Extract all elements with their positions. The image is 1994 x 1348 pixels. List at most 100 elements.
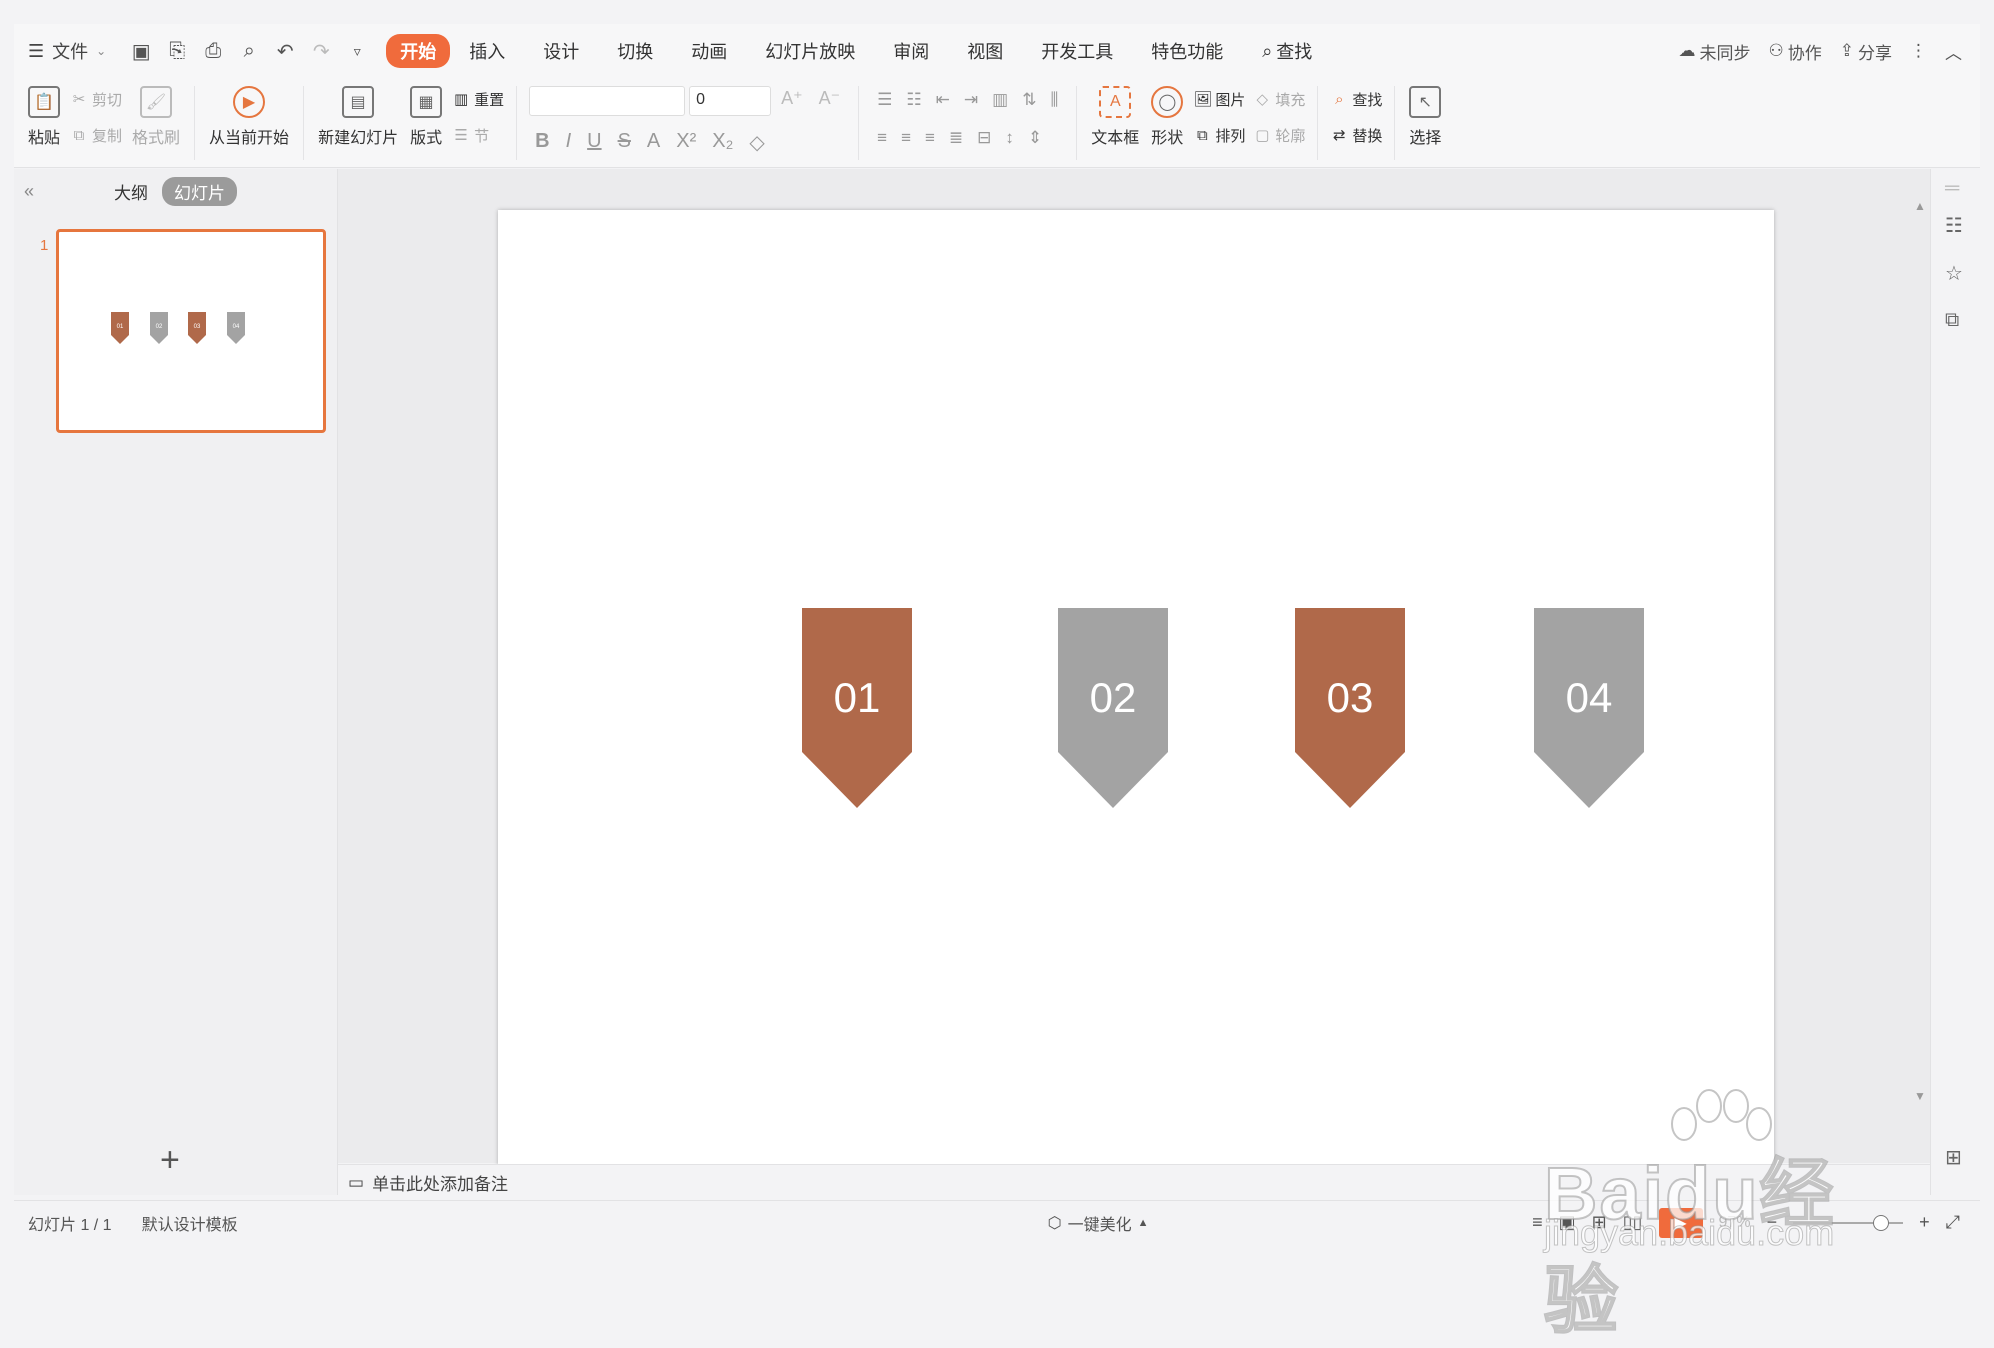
tab-transitions[interactable]: 切换 (598, 34, 672, 68)
decrease-indent-icon[interactable]: ⇤ (936, 90, 950, 110)
fill-button[interactable]: ◇ 填充 (1253, 86, 1306, 112)
copy-button[interactable]: ⧉ 复制 (70, 122, 122, 148)
file-menu[interactable]: ☰ 文件 ⌄ (14, 38, 120, 64)
more-options-icon[interactable]: ⋮ (1910, 41, 1927, 61)
tab-slides[interactable]: 幻灯片 (162, 177, 237, 206)
fit-window-icon[interactable]: ⤢ (1946, 1212, 1960, 1233)
collaborate-button[interactable]: ⚇ 协作 (1769, 39, 1822, 64)
cut-button[interactable]: ✂ 剪切 (70, 86, 122, 112)
superscript-icon[interactable]: X² (676, 130, 696, 155)
normal-view-icon[interactable]: ▣ (1559, 1212, 1576, 1233)
align-center-icon[interactable]: ≡ (901, 128, 911, 148)
redo-icon[interactable]: ↷ (310, 39, 332, 64)
line-spacing-icon[interactable]: ↕ (1005, 128, 1014, 148)
collapse-ribbon-icon[interactable]: ︿ (1945, 39, 1962, 64)
font-color-icon[interactable]: A (647, 130, 660, 155)
tab-view[interactable]: 视图 (948, 34, 1022, 68)
distribute-icon[interactable]: ⊟ (977, 128, 991, 148)
zoom-slider-knob[interactable] (1873, 1214, 1890, 1231)
tab-review[interactable]: 审阅 (874, 34, 948, 68)
paragraph-spacing-icon[interactable]: ⇕ (1028, 128, 1042, 148)
export-icon[interactable]: ⎘ (166, 40, 188, 63)
tab-animations[interactable]: 动画 (672, 34, 746, 68)
print-preview-icon[interactable]: ⌕ (238, 40, 260, 63)
align-left-icon[interactable]: ≡ (877, 128, 887, 148)
tab-slideshow[interactable]: 幻灯片放映 (746, 34, 874, 68)
undo-icon[interactable]: ↶ (274, 39, 296, 64)
play-from-current-button[interactable]: ▶ 从当前开始 (203, 86, 295, 148)
zoom-level[interactable]: 97% (1719, 1214, 1751, 1232)
outline-button[interactable]: ▢ 轮廓 (1253, 122, 1305, 148)
numbered-list-icon[interactable]: ☷ (906, 90, 921, 110)
tag-shape-04[interactable]: 04 (1534, 608, 1644, 808)
sync-status-button[interactable]: ☁ 未同步 (1679, 39, 1751, 64)
picture-button[interactable]: 🖼 图片 (1193, 86, 1245, 112)
new-slide-button[interactable]: ▤ 新建幻灯片 (312, 86, 404, 148)
text-direction-icon[interactable]: ⇅ (1022, 90, 1036, 110)
tab-insert[interactable]: 插入 (450, 34, 524, 68)
font-family-select[interactable] (529, 86, 686, 116)
italic-icon[interactable]: I (566, 130, 572, 155)
bold-icon[interactable]: B (535, 130, 549, 155)
columns-icon[interactable]: ▥ (992, 90, 1008, 110)
save-icon[interactable]: ▣ (130, 39, 152, 64)
select-button[interactable]: ↖ 选择 (1403, 86, 1447, 148)
paste-button[interactable]: 📋 粘贴 (22, 86, 66, 148)
tab-design[interactable]: 设计 (524, 34, 598, 68)
slide-canvas[interactable]: 01 02 03 04 (498, 210, 1774, 1166)
settings-sliders-icon[interactable]: ☷ (1945, 213, 1963, 238)
scroll-down-icon[interactable]: ▼ (1914, 1089, 1926, 1103)
scroll-up-icon[interactable]: ▲ (1914, 199, 1926, 213)
zoom-slider[interactable] (1793, 1214, 1904, 1231)
tag-shape-03[interactable]: 03 (1295, 608, 1405, 808)
collapse-panel-icon[interactable]: « (24, 181, 34, 202)
slideshow-play-button[interactable]: ▶ (1658, 1207, 1703, 1238)
decrease-font-icon[interactable]: A⁻ (813, 86, 847, 116)
search-command[interactable]: ⌕ 查找 (1262, 38, 1312, 64)
quick-access-toolbar: ▣ ⎘ ⎙ ⌕ ↶ ↷ ▿ (120, 39, 378, 64)
reset-button[interactable]: ▥ 重置 (452, 86, 504, 112)
slide-sorter-icon[interactable]: ⊞ (1592, 1212, 1607, 1233)
layout-button[interactable]: ▦ 版式 (404, 86, 448, 148)
tag-shape-01[interactable]: 01 (802, 608, 912, 808)
textbox-button[interactable]: A 文本框 (1085, 86, 1145, 148)
subscript-icon[interactable]: X₂ (712, 130, 733, 155)
star-icon[interactable]: ☆ (1945, 261, 1963, 286)
arrange-button[interactable]: ⧉ 排列 (1193, 122, 1245, 148)
align-text-icon[interactable]: ⫼ (1050, 90, 1058, 110)
tag-shape-02[interactable]: 02 (1058, 608, 1168, 808)
tab-features[interactable]: 特色功能 (1132, 34, 1242, 68)
template-name[interactable]: 默认设计模板 (142, 1211, 238, 1235)
reading-view-icon[interactable]: ▯▯ (1623, 1212, 1643, 1233)
customize-toolbar-icon[interactable]: ▿ (346, 43, 368, 60)
transform-icon[interactable]: ⧉ (1945, 309, 1959, 332)
slide-thumbnail[interactable]: 01 02 03 04 (56, 229, 326, 433)
align-right-icon[interactable]: ≡ (925, 128, 935, 148)
shape-button[interactable]: ◯ 形状 (1145, 86, 1189, 148)
increase-indent-icon[interactable]: ⇥ (964, 90, 978, 110)
font-size-select[interactable]: 0 (689, 86, 772, 116)
format-painter-button[interactable]: 🖌 格式刷 (126, 86, 186, 148)
notes-pane[interactable]: ▭ 单击此处添加备注 (338, 1164, 1930, 1200)
section-button[interactable]: ☰ 节 (452, 122, 504, 148)
underline-icon[interactable]: U (587, 130, 601, 155)
find-button[interactable]: ⌕ 查找 (1330, 86, 1382, 112)
vertical-scrollbar[interactable]: ▲ ▼ (1910, 169, 1930, 1169)
justify-icon[interactable]: ≣ (949, 128, 963, 148)
share-button[interactable]: ⇪ 分享 (1840, 39, 1892, 64)
replace-button[interactable]: ⇄ 替换 (1330, 122, 1382, 148)
clear-format-icon[interactable]: ◇ (749, 130, 764, 155)
tab-developer[interactable]: 开发工具 (1022, 34, 1132, 68)
print-icon[interactable]: ⎙ (202, 40, 224, 63)
increase-font-icon[interactable]: A⁺ (775, 86, 809, 116)
grid-icon[interactable]: ⊞ (1945, 1145, 1962, 1170)
notes-toggle-icon[interactable]: ≡ (1532, 1212, 1543, 1233)
add-slide-button[interactable]: + (160, 1141, 180, 1180)
zoom-in-icon[interactable]: + (1919, 1212, 1930, 1233)
strikethrough-icon[interactable]: S (618, 130, 631, 155)
tab-outline[interactable]: 大纲 (114, 179, 148, 204)
bullet-list-icon[interactable]: ☰ (877, 90, 892, 110)
beautify-button[interactable]: ⬡ 一键美化 ▲ (1048, 1211, 1149, 1235)
zoom-out-icon[interactable]: − (1767, 1212, 1778, 1233)
tab-home[interactable]: 开始 (386, 34, 451, 68)
